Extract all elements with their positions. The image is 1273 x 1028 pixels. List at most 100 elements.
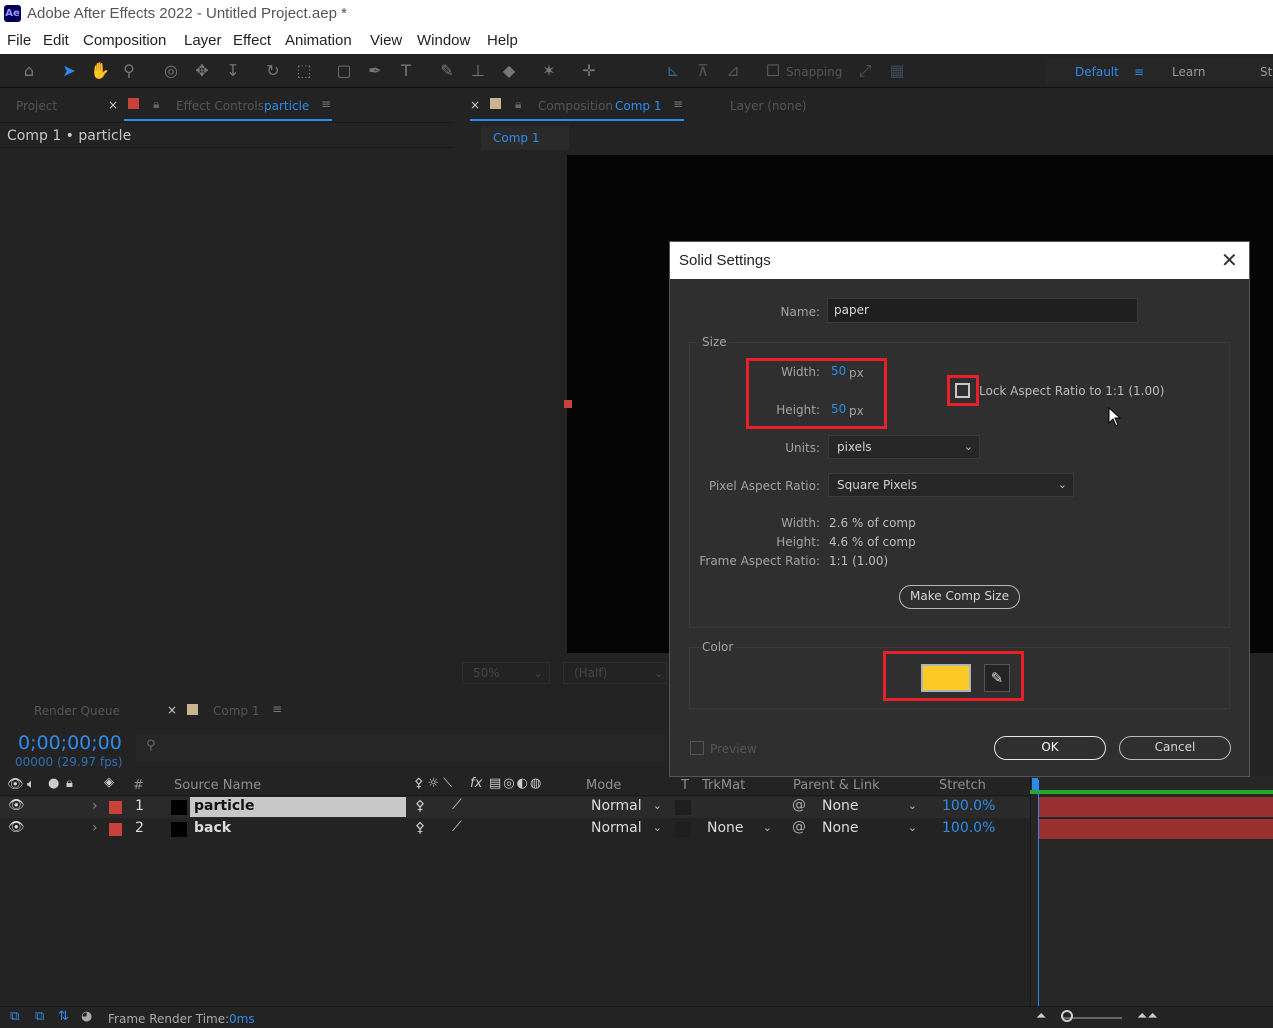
selection-tool-icon[interactable]: ➤: [60, 62, 78, 80]
blend-mode-dropdown[interactable]: Normal ⌄: [586, 819, 668, 839]
zoom-out-icon[interactable]: ⏶: [1036, 1009, 1046, 1024]
comp-subtab[interactable]: Comp 1: [481, 126, 569, 150]
column-source-name[interactable]: Source Name: [174, 778, 261, 793]
orbit-camera-icon[interactable]: ◎: [162, 62, 180, 80]
close-icon[interactable]: ✕: [1221, 248, 1238, 273]
view-axis-icon[interactable]: ⊿: [724, 62, 742, 80]
tab-composition[interactable]: Composition: [538, 99, 613, 113]
cancel-button[interactable]: Cancel: [1119, 736, 1231, 760]
composition-flowchart-icon[interactable]: ⧉: [10, 1009, 19, 1024]
eye-icon[interactable]: 👁︎: [8, 798, 25, 813]
tab-timeline-comp[interactable]: Comp 1: [213, 704, 259, 718]
playhead-handle[interactable]: [1032, 778, 1038, 790]
tab-project[interactable]: Project: [16, 99, 57, 113]
render-time-icon[interactable]: ◕: [81, 1009, 92, 1024]
preserve-transparency-checkbox[interactable]: [675, 822, 691, 837]
workspace-default[interactable]: Default: [1075, 65, 1119, 79]
menu-view[interactable]: View: [370, 32, 402, 49]
particle-layer-preview[interactable]: [564, 400, 572, 408]
lock-icon[interactable]: 🔒︎: [153, 97, 159, 112]
layer-row[interactable]: 👁︎ › 1 particle ⚴ ⟋ Normal ⌄ @ None ⌄ 100.…: [0, 797, 1030, 818]
brush-tool-icon[interactable]: ✎: [438, 62, 456, 80]
hand-tool-icon[interactable]: ✋: [90, 62, 110, 80]
quality-switch-icon[interactable]: ⟋: [452, 797, 462, 813]
ok-button[interactable]: OK: [994, 736, 1106, 760]
zoom-tool-icon[interactable]: ⚲: [120, 62, 138, 80]
menu-help[interactable]: Help: [487, 32, 518, 49]
roto-brush-icon[interactable]: ✶: [540, 62, 558, 80]
menu-composition[interactable]: Composition: [83, 32, 166, 49]
preview-checkbox[interactable]: [690, 741, 704, 755]
pen-tool-icon[interactable]: ✒: [366, 62, 384, 80]
menu-animation[interactable]: Animation: [285, 32, 352, 49]
pick-whip-icon[interactable]: @: [792, 797, 806, 813]
snap-grid-icon[interactable]: ▦: [888, 62, 906, 80]
tab-comp-name[interactable]: Comp 1: [615, 99, 661, 113]
menu-window[interactable]: Window: [417, 32, 470, 49]
world-axis-icon[interactable]: ⊼: [694, 62, 712, 80]
tab-effect-controls[interactable]: Effect Controls: [176, 99, 264, 113]
rectangle-tool-icon[interactable]: ▢: [335, 62, 353, 80]
close-icon[interactable]: ×: [167, 703, 177, 717]
work-area-bar[interactable]: [1030, 790, 1273, 794]
zoom-dropdown[interactable]: 50% ⌄: [462, 662, 550, 684]
pan-behind-icon[interactable]: ⬚: [295, 62, 313, 80]
blend-mode-dropdown[interactable]: Normal ⌄: [586, 797, 668, 817]
tab-layer[interactable]: Layer (none): [730, 99, 807, 113]
shy-switch-icon[interactable]: ⚴: [415, 820, 425, 836]
layer-name-field[interactable]: back: [190, 819, 406, 839]
tab-render-queue[interactable]: Render Queue: [34, 704, 120, 718]
menu-effect[interactable]: Effect: [233, 32, 271, 49]
quality-switch-icon[interactable]: ⟋: [452, 819, 462, 835]
puppet-pin-icon[interactable]: ✛: [580, 62, 598, 80]
audio-icon[interactable]: 🔈︎: [27, 777, 35, 792]
panel-menu-icon[interactable]: ≡: [673, 97, 683, 111]
workspace-more[interactable]: St: [1260, 65, 1272, 79]
units-dropdown[interactable]: pixels ⌄: [828, 435, 980, 459]
solo-icon[interactable]: ●: [48, 776, 59, 791]
rotate-tool-icon[interactable]: ↻: [264, 62, 282, 80]
transfer-controls-icon[interactable]: ⇅: [58, 1009, 69, 1024]
panel-menu-icon[interactable]: ≡: [321, 97, 331, 111]
expand-arrow-icon[interactable]: ›: [92, 820, 98, 836]
clone-stamp-icon[interactable]: ⊥: [469, 62, 487, 80]
dolly-camera-icon[interactable]: ↧: [224, 62, 242, 80]
label-color-swatch[interactable]: [109, 801, 122, 814]
close-icon[interactable]: ×: [108, 98, 118, 112]
parent-dropdown[interactable]: None ⌄: [817, 819, 923, 839]
type-tool-icon[interactable]: T: [397, 62, 415, 80]
layer-bar-back[interactable]: [1038, 819, 1273, 839]
layer-switches-toggle-icon[interactable]: ⧉: [35, 1009, 44, 1024]
preview-label[interactable]: Preview: [710, 742, 757, 756]
expand-arrow-icon[interactable]: ›: [92, 798, 98, 814]
label-color-swatch[interactable]: [109, 823, 122, 836]
search-field[interactable]: ⚲: [136, 735, 668, 761]
pick-whip-icon[interactable]: @: [792, 819, 806, 835]
eye-icon[interactable]: 👁︎: [8, 820, 25, 835]
preserve-transparency-checkbox[interactable]: [675, 800, 691, 815]
menu-edit[interactable]: Edit: [43, 32, 69, 49]
zoom-slider-handle[interactable]: [1061, 1010, 1073, 1022]
lock-aspect-label[interactable]: Lock Aspect Ratio to 1:1 (1.00): [979, 384, 1164, 398]
lock-icon[interactable]: 🔒︎: [515, 97, 521, 112]
menu-layer[interactable]: Layer: [184, 32, 222, 49]
label-tag-icon[interactable]: ◈: [104, 775, 114, 790]
layer-name-field[interactable]: particle: [190, 797, 406, 817]
home-icon[interactable]: ⌂: [20, 62, 38, 80]
current-timecode[interactable]: 0;00;00;00: [18, 732, 122, 754]
layer-row[interactable]: 👁︎ › 2 back ⚴ ⟋ Normal ⌄ None ⌄ @ None ⌄ 10…: [0, 819, 1030, 840]
pixel-aspect-dropdown[interactable]: Square Pixels ⌄: [828, 473, 1074, 497]
parent-dropdown[interactable]: None ⌄: [817, 797, 923, 817]
shy-switch-icon[interactable]: ⚴: [415, 798, 425, 814]
pan-camera-icon[interactable]: ✥: [193, 62, 211, 80]
snapping-checkbox-icon[interactable]: ☐: [764, 62, 782, 80]
name-input[interactable]: paper: [827, 298, 1138, 323]
lock-icon[interactable]: 🔒︎: [66, 776, 73, 791]
stretch-value[interactable]: 100.0%: [942, 820, 995, 836]
workspace-menu-icon[interactable]: ≡: [1134, 65, 1144, 79]
eye-icon[interactable]: 👁︎: [7, 777, 24, 792]
make-comp-size-button[interactable]: Make Comp Size: [899, 585, 1020, 609]
trkmat-dropdown[interactable]: None ⌄: [702, 819, 778, 839]
tab-effect-target[interactable]: particle: [264, 99, 309, 113]
menu-file[interactable]: File: [7, 32, 31, 49]
